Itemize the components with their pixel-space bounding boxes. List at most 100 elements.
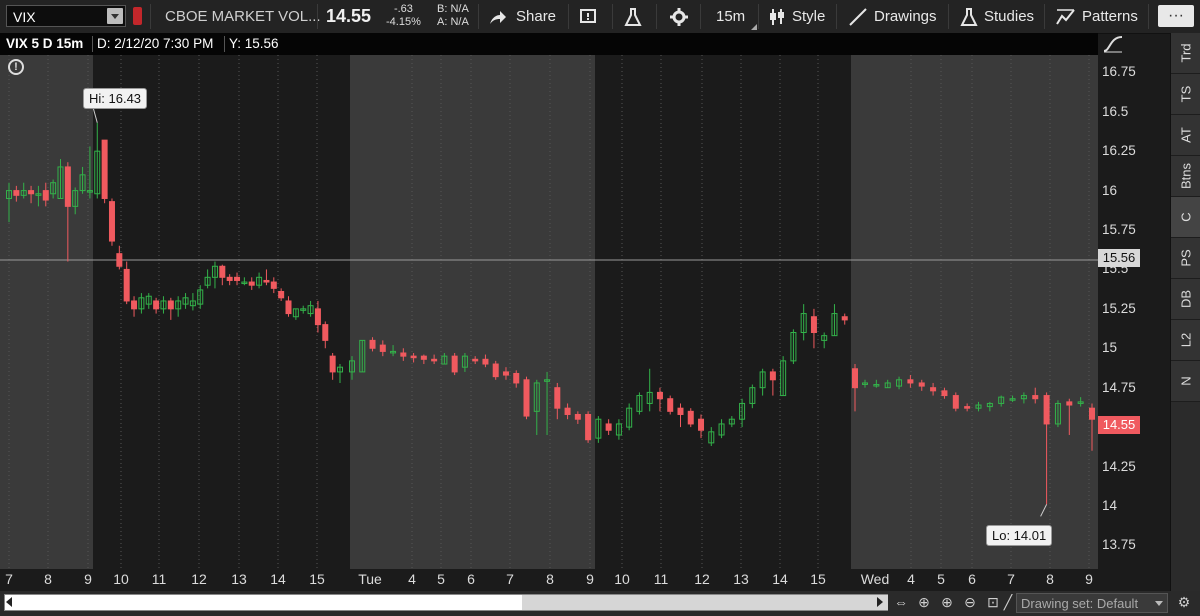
time-tick-label: 9	[1085, 571, 1093, 587]
right-tab-c[interactable]: C	[1171, 197, 1200, 238]
candle-body	[667, 398, 674, 412]
gear-icon	[670, 7, 688, 26]
zoom-in-icon[interactable]: ⊕	[939, 594, 955, 610]
pencil-icon[interactable]: ╱	[1000, 594, 1016, 610]
time-tick-label: 6	[968, 571, 976, 587]
right-tab-at[interactable]: AT	[1171, 115, 1200, 156]
time-tick-label: 11	[152, 571, 167, 587]
session-band	[93, 55, 350, 569]
right-tab-trd[interactable]: Trd	[1171, 33, 1200, 74]
candle-body	[564, 407, 571, 415]
candle-body	[841, 316, 848, 321]
candle-body	[698, 418, 705, 431]
scrollbar-thumb[interactable]	[522, 595, 888, 610]
pan-arrows-icon[interactable]: ⇔	[893, 594, 909, 610]
candle-body	[492, 363, 499, 378]
time-tick-label: 6	[467, 571, 475, 587]
studies-label: Studies	[984, 8, 1035, 25]
zoom-fit-icon[interactable]: ⊡	[985, 594, 1001, 610]
time-tick-label: 12	[694, 571, 710, 587]
time-tick-label: 4	[907, 571, 915, 587]
session-band	[350, 55, 595, 569]
timeframe-button[interactable]: 15m	[716, 0, 758, 33]
zoom-out-icon[interactable]: ⊖	[962, 594, 978, 610]
symbol-selector[interactable]: VIX	[6, 5, 126, 27]
share-button[interactable]: Share	[488, 0, 556, 33]
timeframe-label: 15m	[716, 8, 746, 25]
candle-body	[810, 316, 817, 333]
drawing-set-selector[interactable]: Drawing set: Default	[1016, 593, 1168, 613]
flask-button[interactable]	[624, 0, 642, 33]
right-tab-l2[interactable]: L2	[1171, 320, 1200, 361]
symbol-text: VIX	[13, 9, 36, 25]
chart-info-button[interactable]	[580, 0, 600, 33]
candle-body	[677, 407, 684, 415]
candle-body	[270, 281, 277, 289]
drawings-label: Drawings	[874, 8, 937, 25]
candle-body	[42, 190, 49, 201]
right-tab-n[interactable]: N	[1171, 361, 1200, 402]
last-price: 14.55	[326, 6, 372, 26]
flask-icon	[960, 7, 978, 26]
cursor-date: D: 2/12/20 7:30 PM	[97, 36, 214, 51]
price-tick-label: 16.25	[1102, 143, 1136, 159]
settings-gear-icon[interactable]: ⚙	[1176, 594, 1192, 610]
candle-body	[410, 355, 417, 359]
patterns-icon	[1056, 8, 1075, 25]
candle-body	[131, 300, 138, 310]
time-tick-label: 13	[733, 571, 749, 587]
candle-body	[322, 324, 329, 341]
right-tab-ps[interactable]: PS	[1171, 238, 1200, 279]
time-axis[interactable]: 7 8 9 10 11 12 13 14 15 Tue 4 5 6 7 8 9 10 11 12 13 14 15 Wed 4…	[0, 568, 1098, 590]
style-button[interactable]: Style	[768, 0, 825, 33]
candle-body	[472, 358, 479, 362]
time-tick-label: 9	[84, 571, 92, 587]
candle-body	[1032, 395, 1039, 400]
scroll-left-icon[interactable]	[6, 597, 12, 607]
studies-button[interactable]: Studies	[960, 0, 1034, 33]
price-tick-label: 14	[1102, 497, 1118, 513]
candle-body	[123, 268, 130, 302]
more-button[interactable]: ···	[1158, 5, 1194, 27]
alert-icon[interactable]: !	[8, 59, 24, 75]
candle-body	[1066, 401, 1073, 406]
chevron-down-icon[interactable]	[107, 8, 123, 24]
price-tick-label: 15.75	[1102, 222, 1136, 237]
time-tick-label: 10	[113, 571, 129, 587]
link-icon[interactable]	[133, 7, 142, 25]
right-tab-btns[interactable]: Btns	[1171, 156, 1200, 197]
candle-body	[219, 265, 226, 278]
candle-body	[941, 390, 948, 397]
right-tab-label: C	[1178, 212, 1194, 222]
time-tick-label: 14	[772, 571, 788, 587]
share-label: Share	[516, 8, 557, 25]
time-tick-label: 8	[1046, 571, 1054, 587]
net-change: -.63	[393, 3, 413, 15]
candle-body	[513, 372, 520, 384]
time-tick-label: Tue	[358, 571, 382, 587]
chart-mode-icon[interactable]	[1102, 35, 1124, 53]
price-tick-label: 16.5	[1102, 103, 1129, 119]
right-tab-ts[interactable]: TS	[1171, 74, 1200, 115]
patterns-button[interactable]: Patterns	[1056, 0, 1138, 33]
price-chart[interactable]	[0, 33, 1170, 591]
session-band	[595, 55, 851, 569]
candle-body	[687, 410, 694, 425]
more-dots-icon: ···	[1168, 7, 1184, 24]
time-tick-label: 7	[1007, 571, 1015, 587]
time-tick-label: 7	[5, 571, 13, 587]
settings-button[interactable]	[670, 0, 688, 33]
right-tab-label: L2	[1178, 332, 1194, 348]
scroll-right-icon[interactable]	[877, 597, 883, 607]
time-tick-label: 13	[231, 571, 247, 587]
high-callout: Hi: 16.43	[83, 88, 148, 109]
price-axis[interactable]: 16.75 16.5 16.25 16 15.75 15.5 15.25 15 14.75 14.…	[1098, 55, 1170, 570]
right-tab-db[interactable]: DB	[1171, 279, 1200, 320]
chart-title: VIX 5 D 15m	[6, 36, 84, 51]
drawings-button[interactable]: Drawings	[848, 0, 937, 33]
chevron-down-icon[interactable]	[1155, 601, 1163, 606]
right-tab-label: N	[1178, 376, 1194, 386]
crosshair-icon[interactable]: ⊕	[916, 594, 932, 610]
price-tick-label: 13.75	[1102, 537, 1136, 553]
patterns-label: Patterns	[1082, 8, 1138, 25]
